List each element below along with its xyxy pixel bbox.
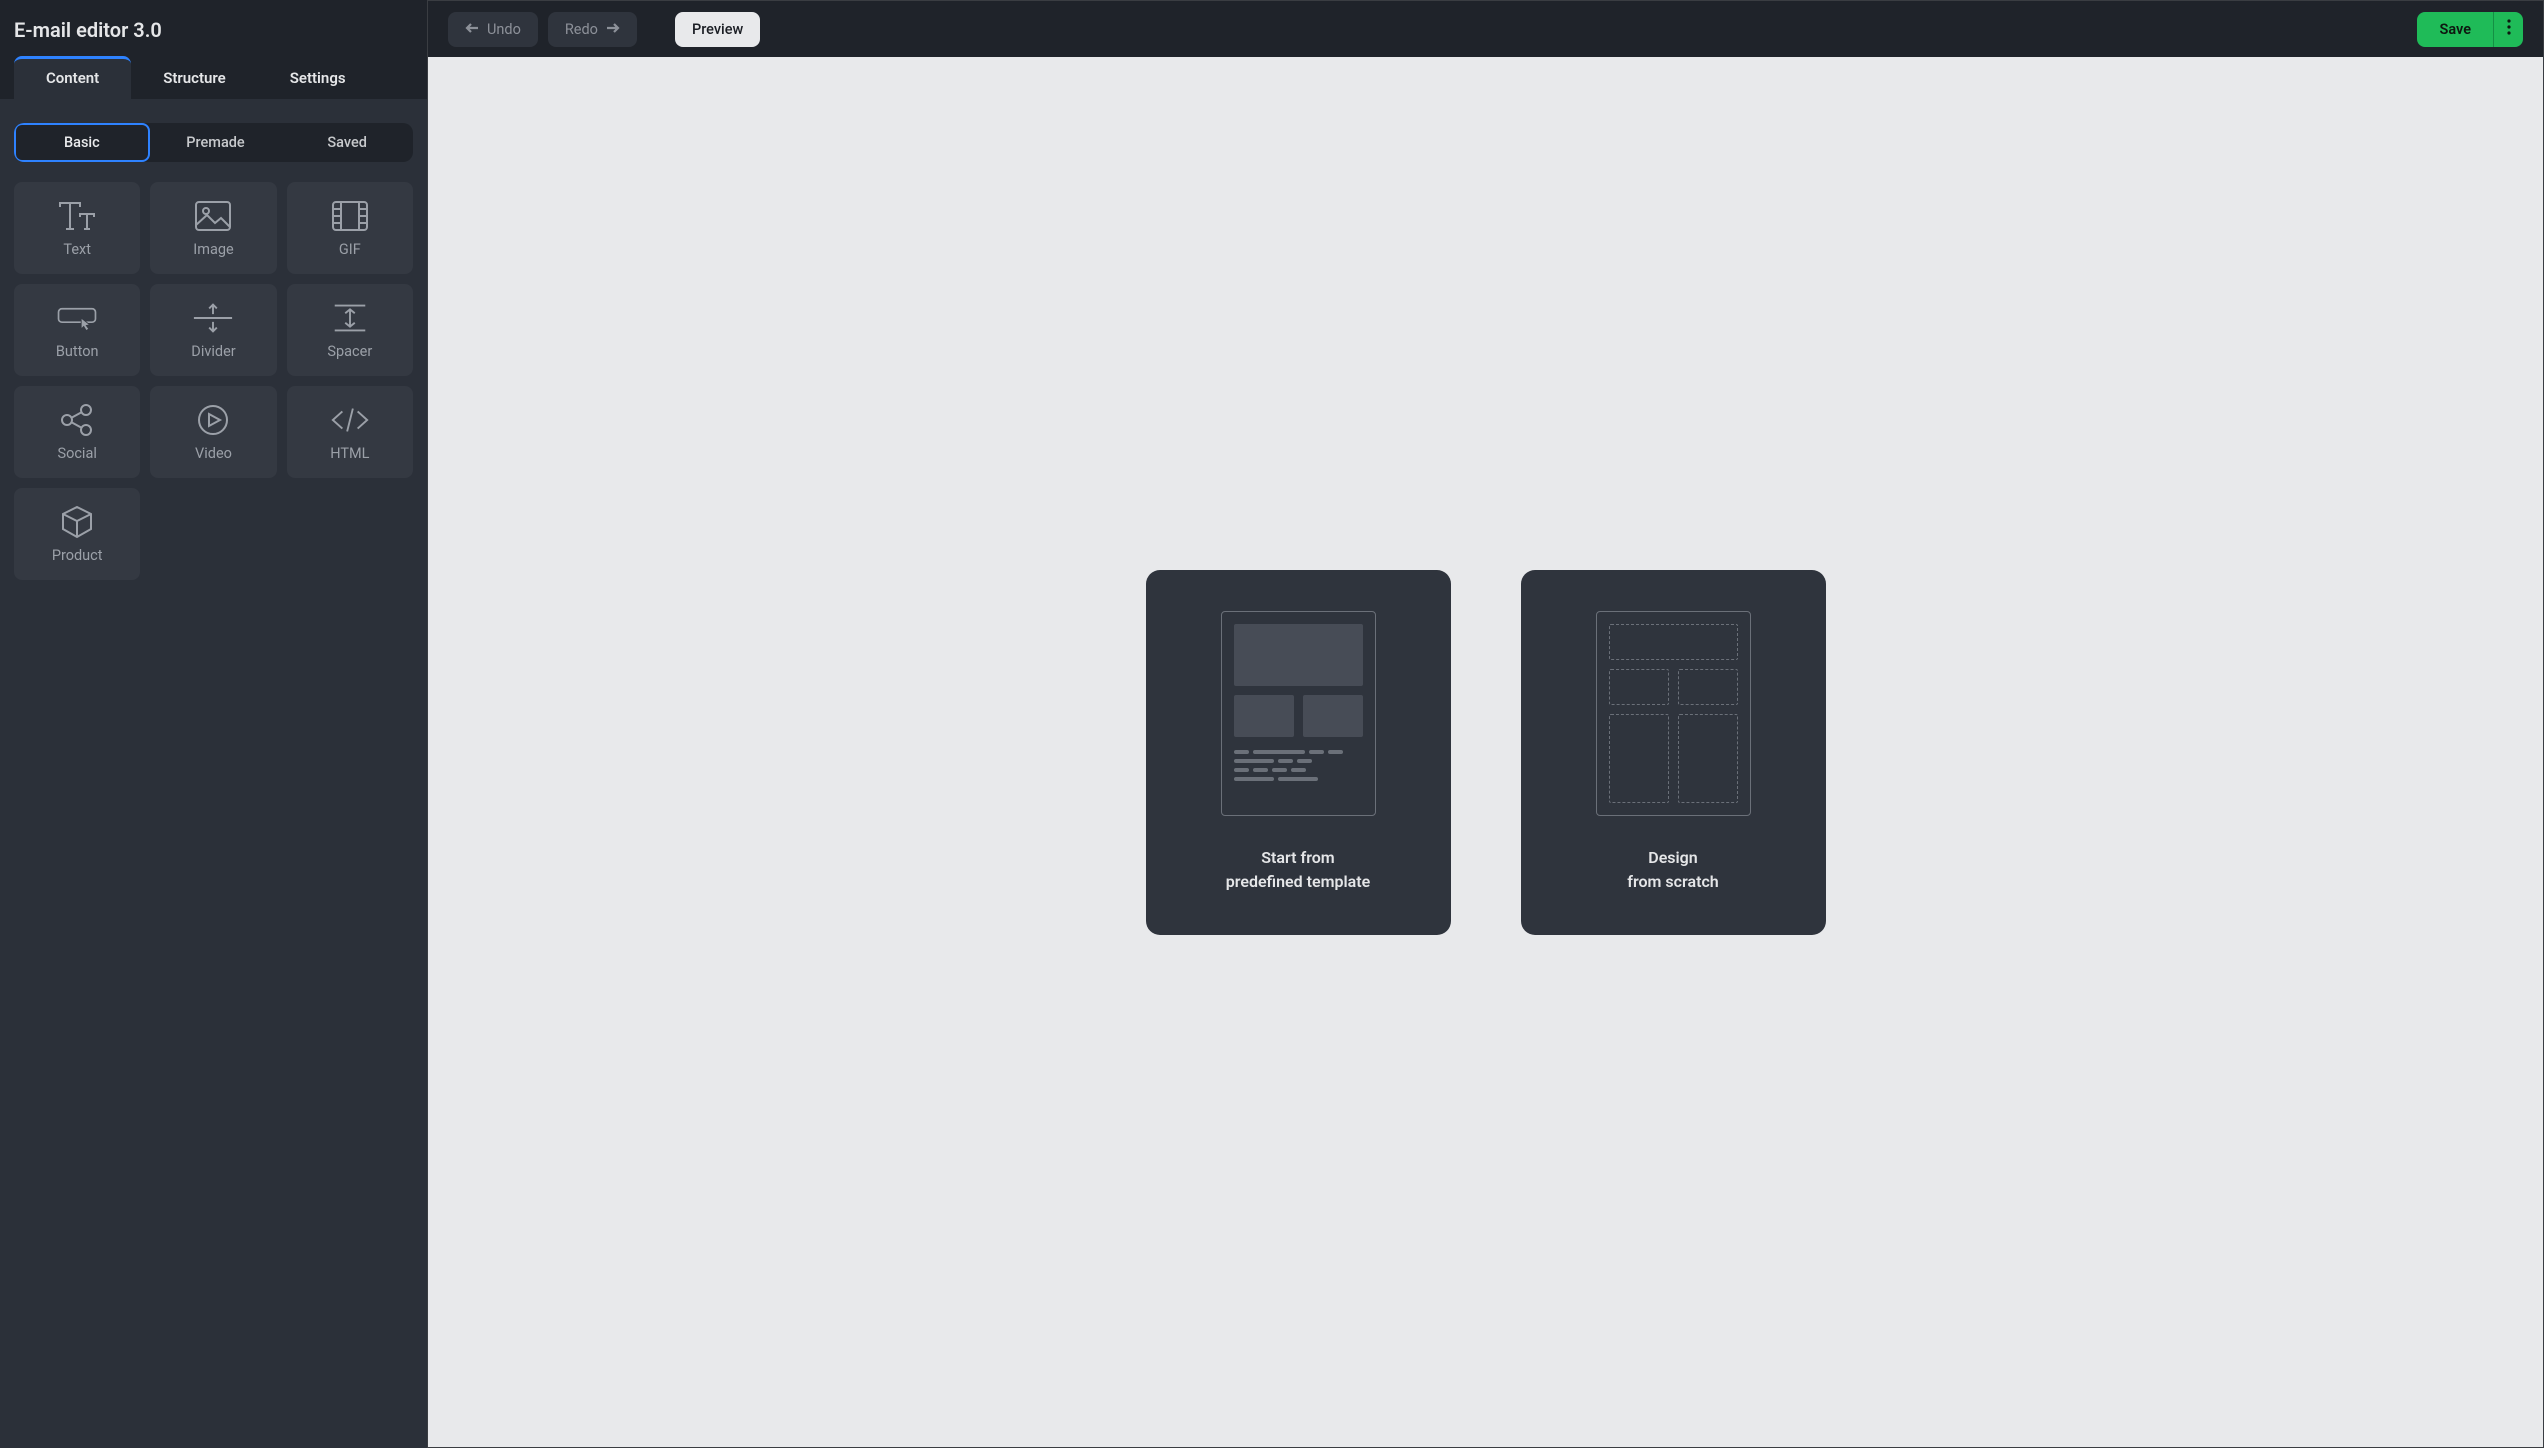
tab-content[interactable]: Content bbox=[14, 56, 131, 99]
block-gif[interactable]: GIF bbox=[287, 182, 413, 274]
subtab-saved[interactable]: Saved bbox=[281, 123, 413, 162]
tab-label: Settings bbox=[290, 69, 346, 87]
subtab-basic[interactable]: Basic bbox=[14, 123, 150, 162]
sidebar-body: Basic Premade Saved Text bbox=[0, 99, 427, 1448]
undo-button[interactable]: Undo bbox=[448, 12, 538, 47]
video-icon bbox=[192, 403, 234, 437]
block-video[interactable]: Video bbox=[150, 386, 276, 478]
caption-line: predefined template bbox=[1226, 870, 1371, 894]
sidebar: E-mail editor 3.0 Content Structure Sett… bbox=[0, 0, 427, 1448]
social-icon bbox=[56, 403, 98, 437]
template-thumbnail-icon bbox=[1221, 611, 1376, 816]
block-spacer[interactable]: Spacer bbox=[287, 284, 413, 376]
block-label: HTML bbox=[330, 445, 369, 462]
spacer-icon bbox=[329, 301, 371, 335]
primary-tabs: Content Structure Settings bbox=[0, 56, 427, 99]
subtab-label: Basic bbox=[64, 134, 100, 151]
gif-icon bbox=[329, 199, 371, 233]
sub-tabs: Basic Premade Saved bbox=[14, 123, 413, 162]
toolbar: Undo Redo Preview Save bbox=[428, 1, 2543, 57]
button-label: Save bbox=[2439, 21, 2471, 38]
card-caption: Design from scratch bbox=[1627, 846, 1718, 894]
divider-icon bbox=[192, 301, 234, 335]
tab-label: Content bbox=[46, 69, 99, 87]
preview-button[interactable]: Preview bbox=[675, 12, 760, 47]
block-label: Divider bbox=[191, 343, 235, 360]
button-label: Redo bbox=[565, 21, 598, 38]
arrow-right-icon bbox=[606, 21, 620, 38]
block-text[interactable]: Text bbox=[14, 182, 140, 274]
blocks-grid: Text Image GIF bbox=[14, 182, 413, 580]
image-icon bbox=[192, 199, 234, 233]
card-caption: Start from predefined template bbox=[1226, 846, 1371, 894]
caption-line: Start from bbox=[1226, 846, 1371, 870]
subtab-premade[interactable]: Premade bbox=[150, 123, 282, 162]
button-label: Undo bbox=[487, 21, 521, 38]
card-design-scratch[interactable]: Design from scratch bbox=[1521, 570, 1826, 935]
save-more-button[interactable] bbox=[2493, 12, 2523, 47]
block-label: GIF bbox=[339, 241, 361, 258]
main: Undo Redo Preview Save bbox=[427, 0, 2544, 1448]
button-icon bbox=[56, 301, 98, 335]
subtab-label: Premade bbox=[186, 134, 244, 151]
text-icon bbox=[56, 199, 98, 233]
more-vertical-icon bbox=[2507, 19, 2511, 39]
tab-label: Structure bbox=[163, 69, 226, 87]
arrow-left-icon bbox=[465, 21, 479, 38]
block-button[interactable]: Button bbox=[14, 284, 140, 376]
subtab-label: Saved bbox=[327, 134, 367, 151]
save-button[interactable]: Save bbox=[2417, 12, 2493, 47]
tab-structure[interactable]: Structure bbox=[131, 56, 258, 99]
canvas: Start from predefined template bbox=[428, 57, 2543, 1447]
product-icon bbox=[56, 505, 98, 539]
block-divider[interactable]: Divider bbox=[150, 284, 276, 376]
block-label: Text bbox=[63, 241, 91, 258]
button-label: Preview bbox=[692, 21, 743, 38]
block-label: Social bbox=[57, 445, 96, 462]
caption-line: from scratch bbox=[1627, 870, 1718, 894]
block-social[interactable]: Social bbox=[14, 386, 140, 478]
block-html[interactable]: HTML bbox=[287, 386, 413, 478]
caption-line: Design bbox=[1627, 846, 1718, 870]
block-image[interactable]: Image bbox=[150, 182, 276, 274]
tab-settings[interactable]: Settings bbox=[258, 56, 378, 99]
block-label: Button bbox=[56, 343, 99, 360]
save-group: Save bbox=[2417, 12, 2523, 47]
html-icon bbox=[329, 403, 371, 437]
page-title: E-mail editor 3.0 bbox=[0, 0, 427, 50]
block-label: Video bbox=[195, 445, 232, 462]
block-label: Spacer bbox=[327, 343, 372, 360]
scratch-thumbnail-icon bbox=[1596, 611, 1751, 816]
card-start-template[interactable]: Start from predefined template bbox=[1146, 570, 1451, 935]
block-label: Image bbox=[193, 241, 233, 258]
redo-button[interactable]: Redo bbox=[548, 12, 637, 47]
block-label: Product bbox=[52, 547, 103, 564]
block-product[interactable]: Product bbox=[14, 488, 140, 580]
